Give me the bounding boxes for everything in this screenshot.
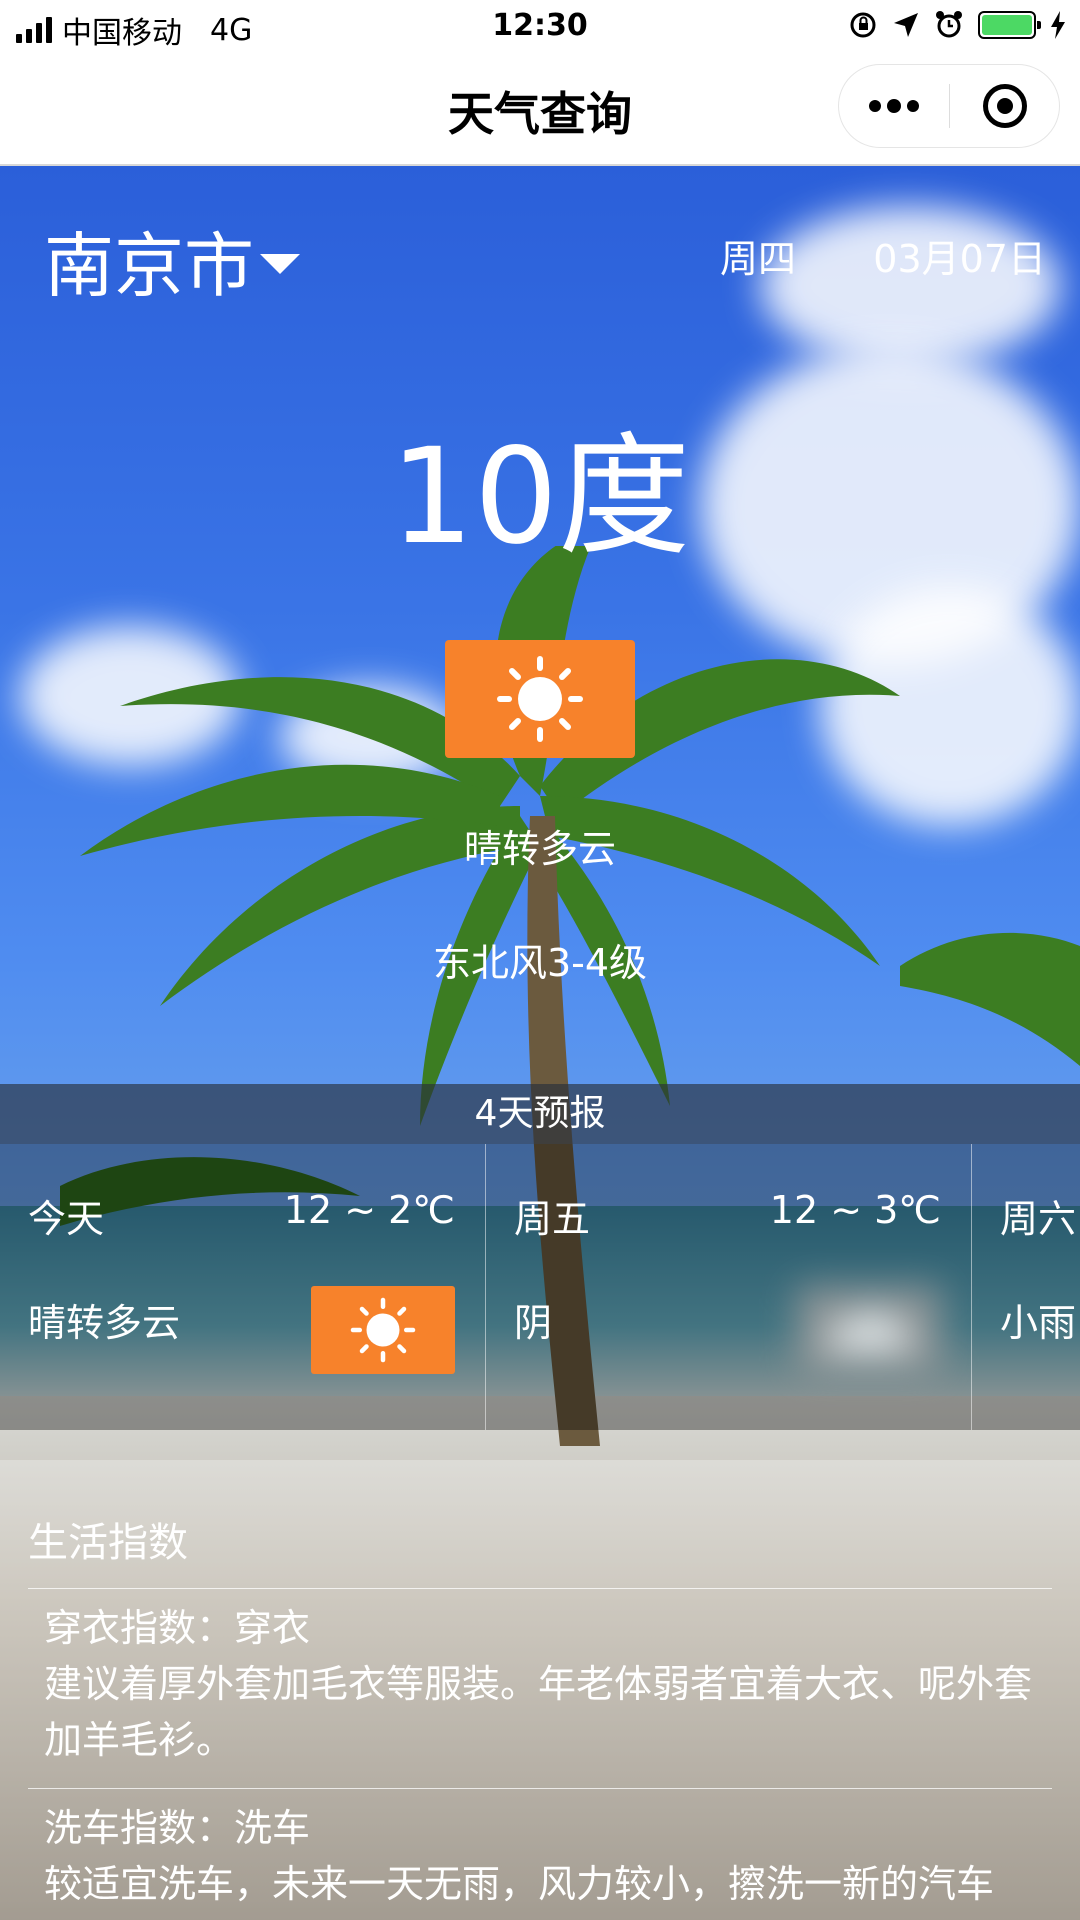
sun-icon — [445, 640, 635, 758]
life-index-item: 洗车指数：洗车 较适宜洗车，未来一天无雨，风力较小，擦洗一新的汽车 — [44, 1800, 1044, 1912]
forecast-condition: 阴 — [514, 1301, 553, 1345]
status-bar: 中国移动 4G 12:30 — [0, 0, 1080, 54]
life-index-name: 穿衣指数：穿衣 — [44, 1606, 311, 1650]
divider — [28, 1788, 1052, 1789]
city-name: 南京市 — [44, 225, 254, 307]
forecast-temp-range: 12 ~ 2℃ — [283, 1188, 455, 1232]
city-selector[interactable]: 南京市 — [44, 210, 300, 311]
life-index-item: 穿衣指数：穿衣 建议着厚外套加毛衣等服装。年老体弱者宜着大衣、呢外套加羊毛衫。 — [44, 1600, 1044, 1768]
forecast-title: 4天预报 — [0, 1084, 1080, 1144]
alarm-icon — [936, 11, 962, 38]
life-index-name: 洗车指数：洗车 — [44, 1806, 311, 1850]
more-button[interactable] — [839, 65, 949, 147]
current-temperature: 10度 — [390, 420, 690, 574]
current-condition: 晴转多云 — [463, 827, 616, 871]
cloud-icon — [797, 1286, 941, 1374]
mini-program-capsule — [838, 64, 1060, 148]
forecast-condition: 晴转多云 — [28, 1301, 181, 1345]
forecast-list[interactable]: 今天 12 ~ 2℃ 晴转多云 周五 12 ~ 3℃ 阴 周六 小雨 — [0, 1144, 1080, 1430]
battery-icon — [978, 11, 1041, 39]
forecast-card: 周六 小雨 — [972, 1144, 1080, 1430]
nav-bar: 天气查询 — [0, 54, 1080, 166]
current-wind: 东北风3-4级 — [432, 941, 648, 985]
dropdown-caret-icon — [260, 253, 300, 274]
life-index-panel: 生活指数 穿衣指数：穿衣 建议着厚外套加毛衣等服装。年老体弱者宜着大衣、呢外套加… — [0, 1460, 1080, 1920]
orientation-lock-icon — [850, 12, 876, 38]
sun-icon — [311, 1286, 455, 1374]
forecast-temp-range: 12 ~ 3℃ — [769, 1188, 941, 1232]
forecast-card: 周五 12 ~ 3℃ 阴 — [486, 1144, 972, 1430]
forecast-condition: 小雨 — [1000, 1301, 1077, 1345]
charging-icon — [1051, 11, 1065, 39]
life-index-desc: 较适宜洗车，未来一天无雨，风力较小，擦洗一新的汽车 — [44, 1862, 995, 1906]
forecast-card: 今天 12 ~ 2℃ 晴转多云 — [0, 1144, 486, 1430]
location-icon — [894, 13, 918, 37]
current-weekday: 周四 — [720, 237, 797, 281]
close-button[interactable] — [950, 65, 1059, 147]
life-index-title: 生活指数 — [28, 1520, 188, 1566]
life-index-desc: 建议着厚外套加毛衣等服装。年老体弱者宜着大衣、呢外套加羊毛衫。 — [44, 1662, 1033, 1762]
divider — [28, 1588, 1052, 1589]
close-target-icon — [982, 84, 1027, 128]
forecast-day: 周六 — [1000, 1197, 1077, 1241]
current-date: 03月07日 — [873, 237, 1046, 281]
status-right — [848, 10, 1066, 40]
forecast-day: 今天 — [28, 1197, 105, 1241]
forecast-day: 周五 — [514, 1197, 591, 1241]
